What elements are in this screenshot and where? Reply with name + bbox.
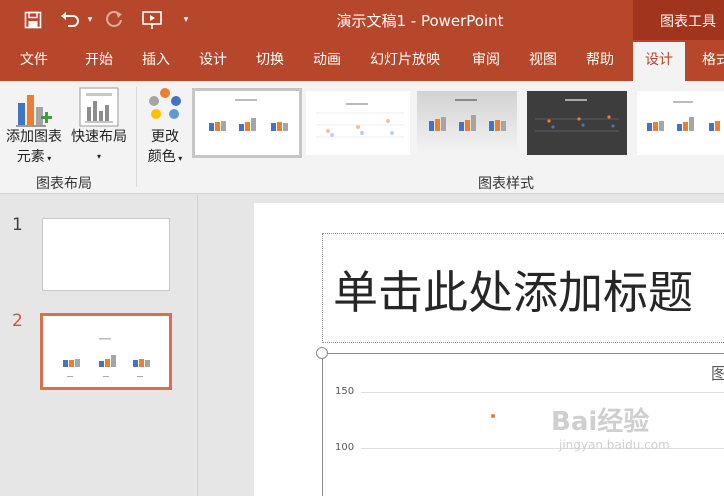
slides-pane: 1 2 [0, 195, 198, 496]
tab-view[interactable]: 视图 [529, 40, 557, 81]
chart-styles-gallery [192, 87, 724, 161]
chart-style-4[interactable] [527, 91, 627, 155]
tab-help[interactable]: 帮助 [586, 40, 614, 81]
chart-title-fragment: 图 [711, 364, 724, 383]
quick-layout-icon [66, 87, 132, 127]
slide-number: 2 [12, 311, 23, 331]
y-axis-tick: 150 [335, 386, 355, 397]
quick-layout-label: 快速布局 [71, 129, 127, 145]
chart-layouts-group-label: 图表布局 [36, 176, 92, 192]
watermark-url: jingyan.baidu.com [559, 438, 670, 452]
add-chart-element-label-1: 添加图表 [6, 129, 62, 145]
chevron-down-icon: ▾ [96, 152, 101, 161]
title-bar: ▾ ▾ 演示文稿1 - PowerPoint 图表工具 [0, 0, 724, 40]
change-colors-label-1: 更改 [151, 129, 179, 145]
color-palette-icon [140, 87, 190, 127]
window-title: 演示文稿1 - PowerPoint [336, 12, 504, 30]
chart-tools-context-label: 图表工具 [633, 0, 724, 40]
tab-file[interactable]: 文件 [20, 40, 48, 81]
tab-design[interactable]: 设计 [199, 40, 227, 81]
tab-home[interactable]: 开始 [85, 40, 113, 81]
ribbon-separator [136, 87, 137, 187]
tab-insert[interactable]: 插入 [142, 40, 170, 81]
watermark-text: Bai经验 [551, 407, 650, 437]
ribbon-tabs: 文件 开始 插入 设计 切换 动画 幻灯片放映 审阅 视图 帮助 设计 格式 [0, 40, 724, 81]
baidu-watermark: Bai经验 jingyan.baidu.com [551, 401, 670, 452]
add-chart-element-label-2: 元素 [16, 149, 45, 165]
chart-style-3[interactable] [417, 91, 517, 155]
change-colors-button[interactable]: 更改 颜色 ▾ [140, 87, 190, 171]
tab-animations[interactable]: 动画 [313, 40, 341, 81]
tab-slideshow[interactable]: 幻灯片放映 [370, 40, 440, 81]
title-placeholder[interactable]: 单击此处添加标题 [322, 233, 724, 343]
chevron-down-icon: ▾ [44, 154, 52, 163]
slide-thumbnail-2[interactable] [40, 313, 172, 390]
tab-transitions[interactable]: 切换 [256, 40, 284, 81]
data-point [491, 414, 495, 418]
slide-thumbnail-1[interactable] [42, 218, 170, 291]
slide-canvas: 单击此处添加标题 150 100 图 Bai经验 jingyan.baidu.c… [199, 195, 724, 496]
current-slide: 单击此处添加标题 150 100 图 [254, 203, 724, 496]
slide-number: 1 [12, 215, 23, 235]
add-chart-element-button[interactable]: 添加图表 元素 ▾ [2, 87, 66, 171]
tab-chart-format[interactable]: 格式 [702, 40, 724, 81]
chart-style-2[interactable] [306, 91, 410, 155]
tab-chart-design[interactable]: 设计 [633, 42, 685, 81]
title-placeholder-text: 单击此处添加标题 [333, 266, 694, 319]
chevron-down-icon: ▾ [175, 154, 183, 163]
quick-layout-button[interactable]: 快速布局 ▾ [66, 87, 132, 171]
chart-styles-group-label: 图表样式 [478, 176, 534, 192]
gridline [361, 392, 724, 393]
change-colors-label-2: 颜色 [147, 149, 176, 165]
chart-style-1[interactable] [192, 88, 302, 158]
y-axis-tick: 100 [335, 442, 355, 453]
add-chart-element-icon [2, 87, 66, 127]
resize-handle[interactable] [316, 347, 328, 359]
tab-review[interactable]: 审阅 [472, 40, 500, 81]
ribbon: 添加图表 元素 ▾ 快速布局 ▾ 图表布局 更改 颜色 ▾ 图表样式 [0, 81, 724, 194]
slide-2-chart-preview [63, 338, 150, 377]
chart-style-5[interactable] [637, 91, 724, 155]
